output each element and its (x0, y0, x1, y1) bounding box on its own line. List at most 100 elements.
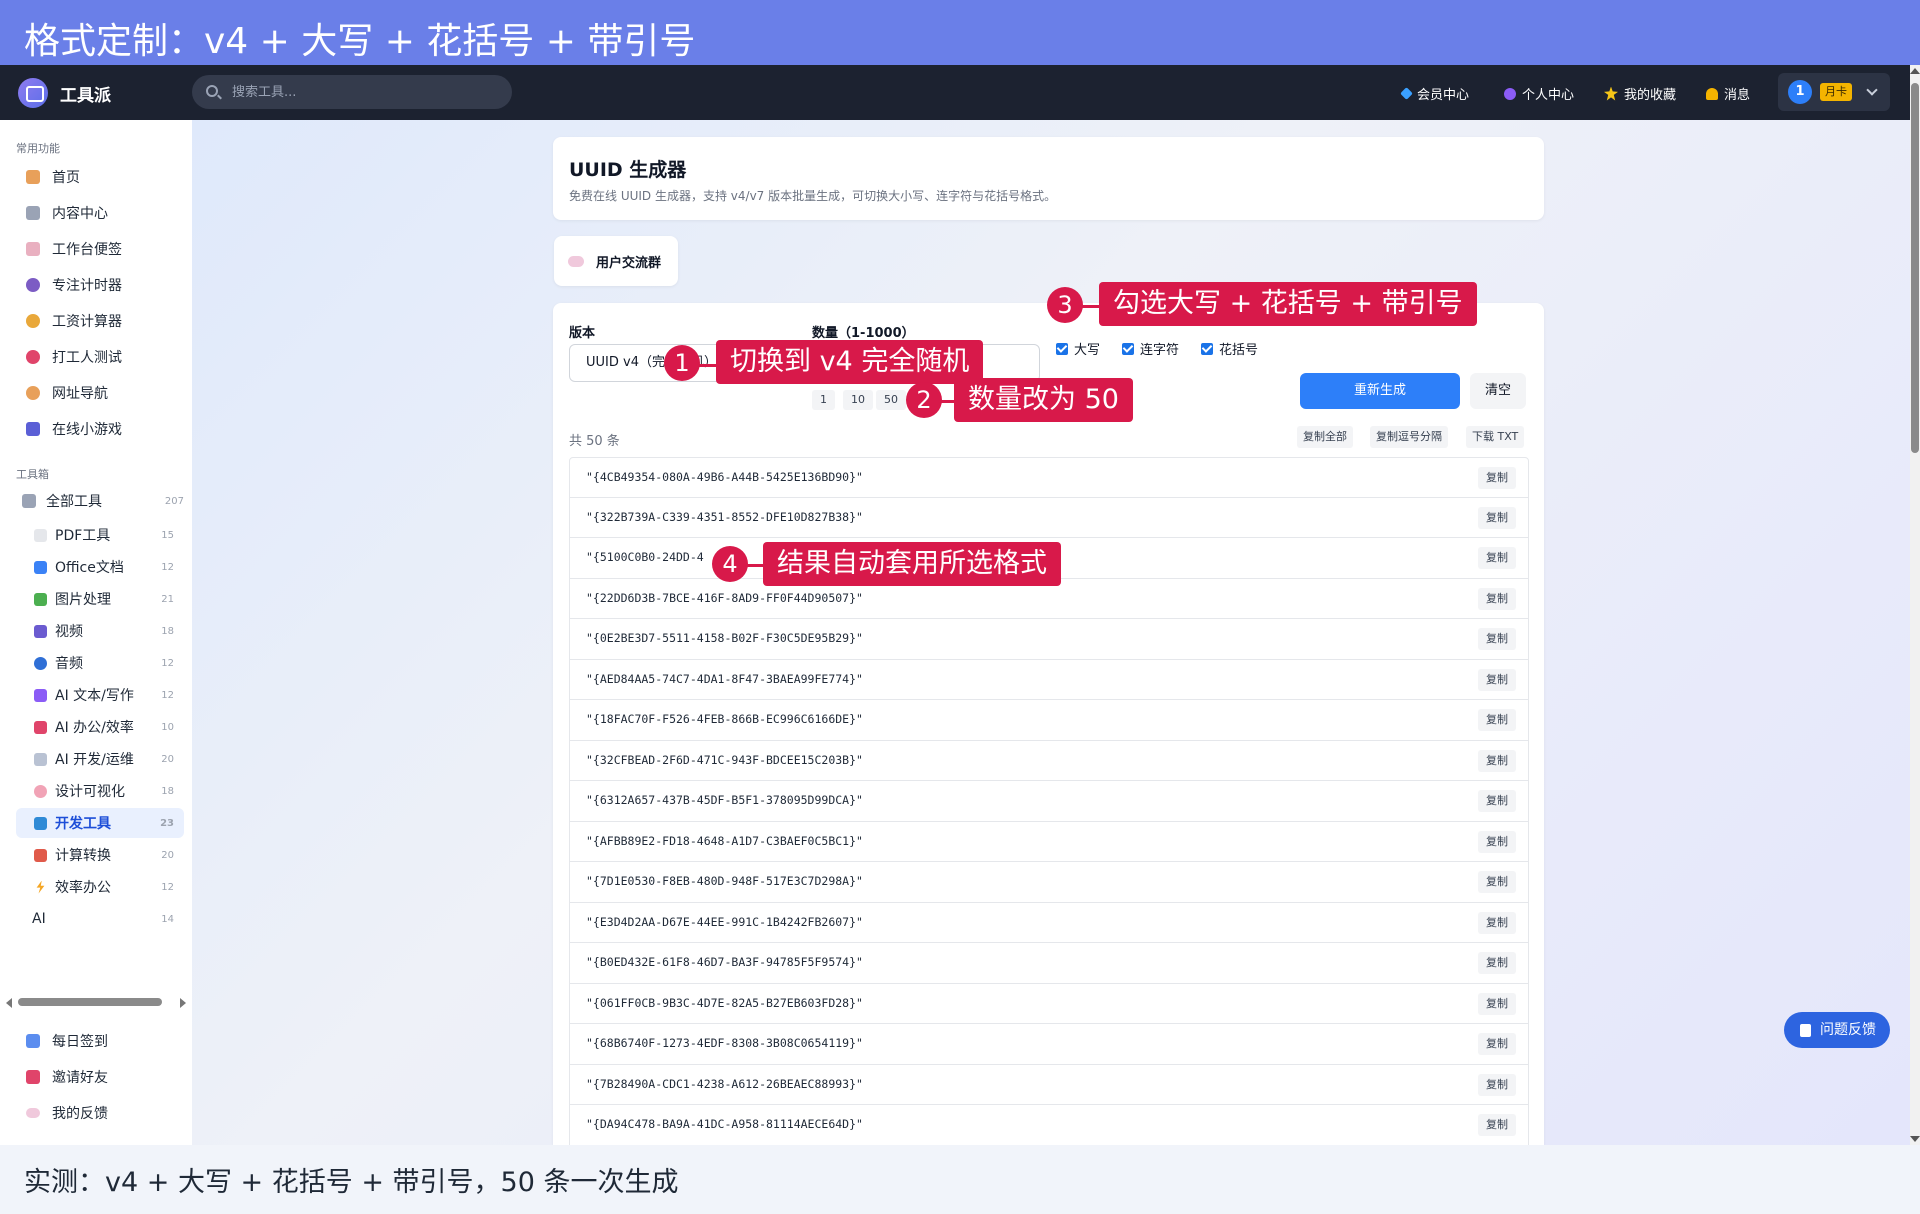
uuid-text: "{0E2BE3D7-5511-4158-B02F-F30C5DE95B29}" (586, 631, 863, 645)
avatar[interactable]: 1 (1788, 80, 1812, 104)
uuid-text: "{E3D4D2AA-D67E-44EE-991C-1B4242FB2607}" (586, 914, 863, 929)
sidebar-item-design[interactable]: 设计可视化 18 (16, 776, 184, 806)
copy-button[interactable]: 复制 (1478, 1033, 1516, 1055)
copy-button[interactable]: 复制 (1478, 749, 1516, 772)
copy-button[interactable]: 复制 (1478, 587, 1516, 610)
sidebar-item-ai-office[interactable]: AI 办公/效率 10 (16, 712, 184, 742)
copy-button[interactable]: 复制 (1478, 790, 1516, 812)
sidebar-item-ai-writing[interactable]: AI 文本/写作 12 (16, 680, 184, 710)
pdf-icon (34, 528, 47, 542)
page-vertical-scrollbar[interactable] (1910, 65, 1920, 1145)
scrollbar-thumb[interactable] (18, 998, 162, 1006)
sidebar-item-image[interactable]: 图片处理 21 (16, 584, 184, 614)
sidebar-item-ai-dev[interactable]: AI 开发/运维 20 (16, 744, 184, 774)
nav-messages[interactable]: 消息 (1706, 84, 1750, 103)
bell-icon (1706, 87, 1718, 100)
download-txt-button[interactable]: 下载 TXT (1466, 426, 1525, 448)
sidebar-item-office[interactable]: Office文档 12 (16, 552, 184, 582)
sidebar-item-efficiency[interactable]: 效率办公 12 (16, 872, 184, 902)
regenerate-button[interactable]: 重新生成 (1300, 373, 1460, 409)
copy-button[interactable]: 复制 (1478, 467, 1516, 489)
sidebar-item-checkin[interactable]: 每日签到 (16, 1026, 182, 1056)
checkbox-hyphen[interactable]: 连字符 (1122, 339, 1179, 358)
checkbox-checked-icon[interactable] (1201, 342, 1213, 355)
copy-button[interactable]: 复制 (1478, 628, 1516, 650)
scroll-down-arrow-icon[interactable] (1910, 1136, 1920, 1142)
sidebar-item-pdf[interactable]: PDF工具 15 (16, 520, 184, 550)
search-input[interactable] (232, 83, 492, 101)
sidebar-item-audio[interactable]: 音频 12 (16, 648, 184, 678)
checkbox-checked-icon[interactable] (1122, 342, 1134, 355)
scroll-right-arrow-icon[interactable] (180, 998, 186, 1008)
logo-text[interactable]: 工具派 (60, 81, 111, 106)
checkbox-uppercase[interactable]: 大写 (1056, 339, 1100, 358)
uuid-text: "{7B28490A-CDC1-4238-A612-26BEAEC88993}" (586, 1076, 863, 1091)
annotation-label: 数量改为 50 (954, 378, 1133, 422)
sidebar-item-home[interactable]: 首页 (16, 162, 182, 192)
sidebar-item-salary[interactable]: 工资计算器 (16, 306, 182, 336)
sidebar-item-feedback[interactable]: 我的反馈 (16, 1098, 182, 1128)
top-banner: 格式定制：v4 + 大写 + 花括号 + 带引号 (0, 0, 1920, 65)
copy-button[interactable]: 复制 (1478, 1073, 1516, 1096)
gamepad-icon (26, 422, 40, 436)
preset-chip-10[interactable]: 10 (843, 390, 873, 410)
preset-chip-1[interactable]: 1 (812, 390, 835, 410)
copy-all-button[interactable]: 复制全部 (1297, 426, 1353, 448)
scrollbar-thumb[interactable] (1911, 83, 1919, 453)
annotation-number: 4 (712, 546, 748, 582)
feedback-button[interactable]: 问题反馈 (1784, 1012, 1890, 1048)
checkbox-checked-icon[interactable] (1056, 342, 1068, 355)
copy-button[interactable]: 复制 (1478, 547, 1516, 569)
sidebar-item-nav[interactable]: 网址导航 (16, 378, 182, 408)
sidebar-horizontal-scrollbar[interactable] (6, 996, 186, 1008)
sidebar-item-video[interactable]: 视频 18 (16, 616, 184, 646)
copy-button[interactable]: 复制 (1478, 871, 1516, 893)
scroll-left-arrow-icon[interactable] (6, 998, 12, 1008)
sidebar-item-games[interactable]: 在线小游戏 (16, 414, 182, 444)
logo-icon[interactable] (18, 78, 48, 108)
annotation-number: 2 (906, 382, 942, 418)
page-title: UUID 生成器 (569, 159, 687, 181)
scroll-up-arrow-icon[interactable] (1910, 68, 1920, 74)
copy-button[interactable]: 复制 (1478, 709, 1516, 731)
copy-button[interactable]: 复制 (1478, 830, 1516, 853)
sidebar-item-worker-test[interactable]: 打工人测试 (16, 342, 182, 372)
section-label-common: 常用功能 (16, 142, 60, 155)
result-row: "{4CB49354-080A-49B6-A44B-5425E136BD90}"… (569, 457, 1529, 498)
checkbox-braces[interactable]: 花括号 (1201, 339, 1258, 358)
copy-button[interactable]: 复制 (1478, 952, 1516, 974)
copy-comma-button[interactable]: 复制逗号分隔 (1370, 426, 1448, 448)
clear-button[interactable]: 清空 (1470, 373, 1526, 409)
copy-button[interactable]: 复制 (1478, 911, 1516, 934)
page-description: 免费在线 UUID 生成器，支持 v4/v7 版本批量生成，可切换大小写、连字符… (569, 189, 1057, 203)
preset-chip-50[interactable]: 50 (876, 390, 906, 410)
sidebar-item-content[interactable]: 内容中心 (16, 198, 182, 228)
copy-button[interactable]: 复制 (1478, 506, 1516, 529)
user-group-button[interactable]: 用户交流群 (554, 236, 678, 286)
banner-title: 格式定制：v4 + 大写 + 花括号 + 带引号 (24, 21, 696, 62)
nav-messages-label: 消息 (1724, 88, 1751, 103)
chevron-down-icon[interactable] (1866, 84, 1878, 96)
user-menu[interactable]: 1 月卡 (1778, 73, 1890, 111)
nav-profile[interactable]: 个人中心 (1504, 84, 1574, 103)
result-row: "{061FF0CB-9B3C-4D7E-82A5-B27EB603FD28}"… (569, 983, 1529, 1024)
version-select[interactable]: UUID v4（完全随机） (569, 344, 731, 382)
sidebar-item-invite[interactable]: 邀请好友 (16, 1062, 182, 1092)
copy-button[interactable]: 复制 (1478, 668, 1516, 691)
memo-icon (26, 242, 40, 256)
sidebar-item-all-tools[interactable]: 全部工具 207 (16, 486, 188, 516)
sidebar-item-notes[interactable]: 工作台便签 (16, 234, 182, 264)
sidebar-item-calc[interactable]: 计算转换 20 (16, 840, 184, 870)
nav-member-center[interactable]: 会员中心 (1400, 84, 1469, 103)
sidebar-item-timer[interactable]: 专注计时器 (16, 270, 182, 300)
nav-favorites[interactable]: 我的收藏 (1604, 84, 1676, 103)
sidebar-item-dev-tools[interactable]: 开发工具 23 (16, 808, 184, 838)
search-box[interactable] (192, 75, 512, 109)
result-row: "{AED84AA5-74C7-4DA1-8F47-3BAEA99FE774}"… (569, 659, 1529, 700)
sidebar-item-ai[interactable]: AI 14 (16, 904, 184, 934)
copy-button[interactable]: 复制 (1478, 1114, 1516, 1136)
speech-bubble-icon (568, 255, 584, 267)
home-icon (26, 170, 40, 184)
copy-button[interactable]: 复制 (1478, 992, 1516, 1015)
result-row: "{18FAC70F-F526-4FEB-866B-EC996C6166DE}"… (569, 700, 1529, 741)
